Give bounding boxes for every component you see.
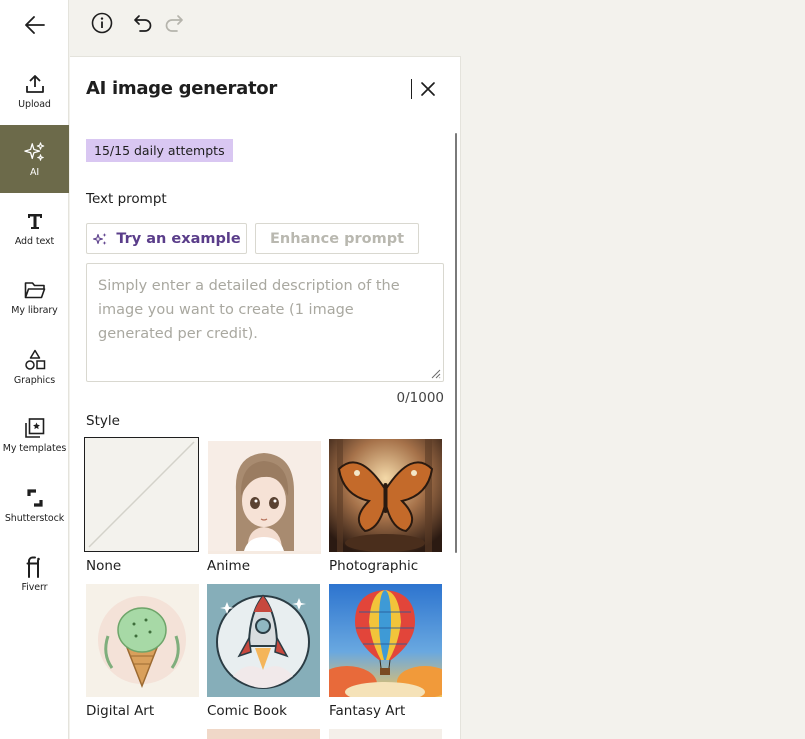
rail-item-label: Shutterstock bbox=[4, 512, 65, 524]
rail-item-label: Fiverr bbox=[21, 581, 48, 593]
hot-air-balloon-image bbox=[317, 584, 453, 702]
rail-item-label: AI bbox=[29, 166, 40, 178]
redo-button[interactable] bbox=[161, 10, 187, 36]
style-label-photographic: Photographic bbox=[329, 558, 419, 574]
style-label-comic-book: Comic Book bbox=[207, 703, 287, 719]
rail-item-upload[interactable]: Upload bbox=[0, 57, 69, 125]
rail-item-graphics[interactable]: Graphics bbox=[0, 333, 69, 401]
sparkle-icon bbox=[92, 232, 108, 246]
undo-icon bbox=[134, 15, 152, 32]
rail-item-label: Add text bbox=[14, 235, 55, 247]
ice-cream-image bbox=[86, 584, 199, 697]
none-slash-icon bbox=[88, 441, 195, 548]
style-label-anime: Anime bbox=[207, 558, 250, 574]
resize-grip-icon[interactable] bbox=[429, 367, 441, 379]
style-label: Style bbox=[86, 413, 120, 429]
arrow-left-icon bbox=[25, 16, 45, 34]
info-button[interactable] bbox=[89, 10, 115, 36]
style-tile-digital-art[interactable] bbox=[86, 584, 199, 697]
back-button[interactable] bbox=[20, 10, 50, 40]
rail-item-ai[interactable]: AI bbox=[0, 125, 69, 193]
sparkle-icon bbox=[23, 141, 46, 163]
style-label-fantasy-art: Fantasy Art bbox=[329, 703, 406, 719]
shutterstock-icon bbox=[24, 487, 46, 509]
try-example-button[interactable]: Try an example bbox=[86, 223, 247, 254]
rail-item-shutterstock[interactable]: Shutterstock bbox=[0, 471, 69, 539]
enhance-prompt-button[interactable]: Enhance prompt bbox=[255, 223, 419, 254]
rail-item-label: My library bbox=[11, 304, 58, 316]
text-prompt-label: Text prompt bbox=[86, 191, 167, 207]
char-count: 0/1000 bbox=[396, 390, 445, 406]
try-example-label: Try an example bbox=[116, 230, 241, 247]
fiverr-icon bbox=[24, 556, 46, 578]
rail-item-add-text[interactable]: Add text bbox=[0, 194, 69, 262]
undo-button[interactable] bbox=[130, 10, 156, 36]
prompt-textarea[interactable]: Simply enter a detailed description of t… bbox=[86, 263, 444, 382]
style-tile-fantasy-art[interactable] bbox=[317, 584, 453, 702]
style-tile-none[interactable] bbox=[84, 437, 199, 552]
rocket-comic-image bbox=[207, 584, 320, 697]
folder-icon bbox=[24, 279, 46, 301]
upload-icon bbox=[24, 73, 46, 95]
rail-item-my-templates[interactable]: My templates bbox=[0, 401, 69, 469]
prompt-placeholder: Simply enter a detailed description of t… bbox=[98, 278, 400, 342]
scrollbar[interactable] bbox=[455, 133, 457, 553]
butterfly-photo-image bbox=[329, 439, 442, 552]
attempts-badge: 15/15 daily attempts bbox=[86, 139, 233, 162]
info-icon bbox=[91, 12, 113, 34]
shapes-icon bbox=[24, 349, 46, 371]
redo-icon bbox=[165, 15, 183, 32]
style-tile-anime[interactable] bbox=[208, 441, 321, 554]
style-tile-peek[interactable] bbox=[207, 729, 320, 739]
rail-item-fiverr[interactable]: Fiverr bbox=[0, 540, 69, 608]
close-button[interactable] bbox=[417, 77, 439, 101]
style-tile-photographic[interactable] bbox=[329, 439, 442, 552]
style-tile-comic-book[interactable] bbox=[207, 584, 320, 697]
ai-generator-panel: AI image generator 15/15 daily attempts … bbox=[70, 56, 461, 739]
title-divider bbox=[411, 79, 412, 99]
left-rail: Upload AI Add text My library Graphics M… bbox=[0, 0, 69, 739]
text-icon bbox=[24, 210, 46, 232]
anime-girl-image bbox=[208, 441, 321, 551]
close-icon bbox=[421, 82, 435, 96]
panel-title: AI image generator bbox=[86, 78, 277, 99]
rail-item-label: Upload bbox=[18, 98, 51, 110]
style-label-digital-art: Digital Art bbox=[86, 703, 155, 719]
style-tile-peek[interactable] bbox=[329, 729, 442, 739]
rail-item-my-library[interactable]: My library bbox=[0, 263, 69, 331]
rail-item-label: Graphics bbox=[13, 374, 56, 386]
templates-icon bbox=[24, 417, 46, 439]
rail-item-label: My templates bbox=[2, 442, 67, 454]
style-label-none: None bbox=[86, 558, 122, 574]
